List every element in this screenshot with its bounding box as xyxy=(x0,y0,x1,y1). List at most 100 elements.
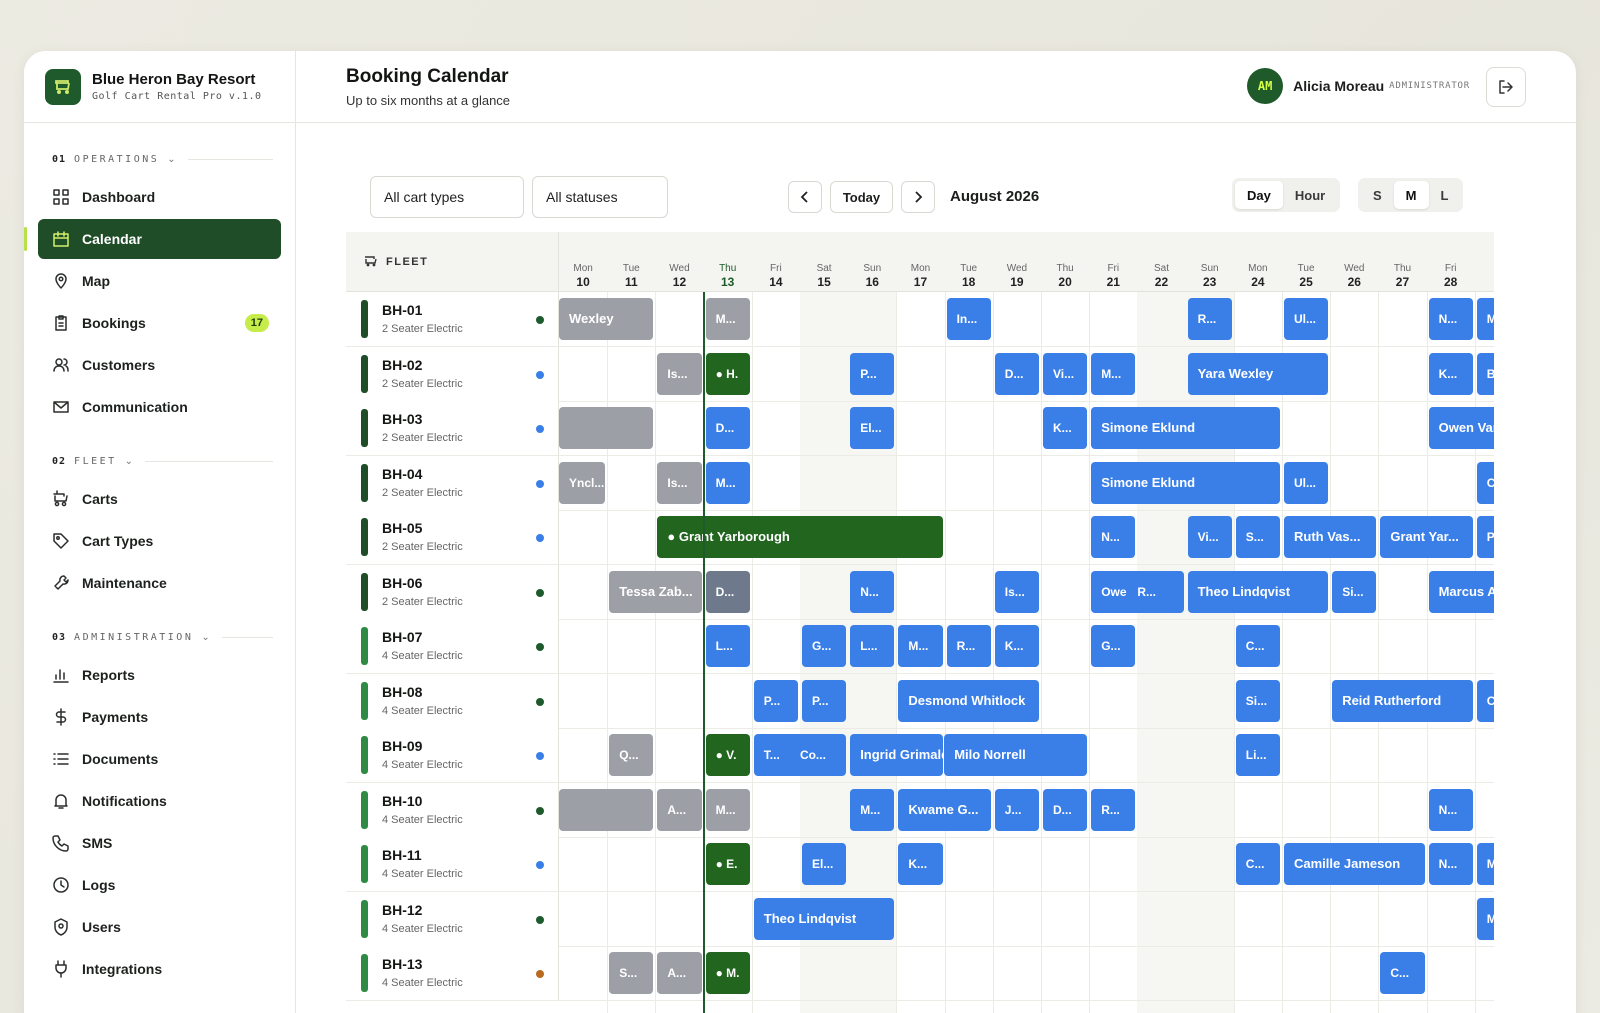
booking-block[interactable]: ● V. xyxy=(705,734,750,776)
sidebar-item-reports[interactable]: Reports xyxy=(38,655,281,695)
booking-block[interactable]: P... xyxy=(753,679,798,722)
booking-block[interactable]: Tessa Zab... xyxy=(609,570,702,613)
cart-label[interactable]: BH-03 2 Seater Electric xyxy=(346,401,559,455)
booking-block[interactable]: C... xyxy=(1235,843,1280,885)
booking-block[interactable]: C... xyxy=(1235,625,1280,667)
booking-block[interactable]: ● M. xyxy=(705,952,750,994)
booking-block[interactable]: N... xyxy=(1428,788,1473,831)
booking-block[interactable]: L... xyxy=(705,625,750,667)
booking-block[interactable]: Ul... xyxy=(1284,461,1329,504)
booking-block[interactable]: G... xyxy=(1091,625,1136,667)
booking-block[interactable]: Marcus A xyxy=(1428,570,1494,613)
booking-block[interactable]: Co... xyxy=(789,734,847,776)
sidebar-item-map[interactable]: Map xyxy=(38,261,281,301)
booking-block[interactable]: S... xyxy=(1235,516,1280,558)
cart-type-filter[interactable]: All cart types xyxy=(370,176,524,218)
booking-block[interactable]: A... xyxy=(657,952,702,994)
booking-block[interactable]: Camille Jameson xyxy=(1284,843,1425,885)
booking-block[interactable]: K... xyxy=(1428,352,1473,395)
booking-block[interactable]: In... xyxy=(946,298,991,340)
cart-label[interactable]: BH-05 2 Seater Electric xyxy=(346,510,559,564)
cart-label[interactable]: BH-01 2 Seater Electric xyxy=(346,292,559,346)
booking-block[interactable]: D... xyxy=(1043,788,1088,831)
booking-block[interactable]: J... xyxy=(994,788,1039,831)
booking-block[interactable]: Reid Rutherford xyxy=(1332,679,1473,722)
sidebar-item-users[interactable]: Users xyxy=(38,907,281,947)
booking-block[interactable]: M xyxy=(1476,843,1494,885)
booking-block[interactable]: Q... xyxy=(609,734,654,776)
sidebar-item-sms[interactable]: SMS xyxy=(38,823,281,863)
booking-block[interactable]: M... xyxy=(705,461,750,504)
sidebar-item-documents[interactable]: Documents xyxy=(38,739,281,779)
booking-block[interactable]: R... xyxy=(946,625,991,667)
section-header-administration[interactable]: 03 ADMINISTRATION ⌄ xyxy=(24,627,295,647)
cart-label[interactable]: BH-13 4 Seater Electric xyxy=(346,946,559,1000)
booking-block[interactable]: M... xyxy=(705,298,750,340)
section-header-fleet[interactable]: 02 FLEET ⌄ xyxy=(24,451,295,471)
sidebar-item-calendar[interactable]: Calendar xyxy=(24,219,281,259)
booking-block[interactable]: M... xyxy=(705,788,750,831)
booking-block[interactable]: N... xyxy=(1428,298,1473,340)
booking-block[interactable]: Ul... xyxy=(1284,298,1329,340)
booking-block[interactable]: Si... xyxy=(1235,679,1280,722)
sidebar-item-bookings[interactable]: Bookings 17 xyxy=(38,303,281,343)
booking-block[interactable]: Simone Eklund xyxy=(1091,407,1280,449)
booking-block[interactable]: Is... xyxy=(994,570,1039,613)
booking-block[interactable]: Theo Lindqvist xyxy=(753,897,895,940)
cart-label[interactable]: BH-07 4 Seater Electric xyxy=(346,619,559,673)
cart-label[interactable]: BH-12 4 Seater Electric xyxy=(346,891,559,946)
booking-block[interactable]: ● H. xyxy=(705,352,750,395)
size-s-button[interactable]: S xyxy=(1361,181,1394,209)
booking-block[interactable]: Milo Norrell xyxy=(944,734,1088,776)
sidebar-item-customers[interactable]: Customers xyxy=(38,345,281,385)
status-filter[interactable]: All statuses xyxy=(532,176,668,218)
avatar[interactable]: AM xyxy=(1247,68,1284,104)
booking-block[interactable]: Kwame G... xyxy=(898,788,991,831)
booking-block[interactable]: P... xyxy=(850,352,895,395)
sidebar-item-integrations[interactable]: Integrations xyxy=(38,949,281,989)
booking-block[interactable]: El... xyxy=(850,407,895,449)
booking-block[interactable]: C xyxy=(1476,679,1494,722)
next-button[interactable] xyxy=(901,181,935,213)
booking-block[interactable]: A... xyxy=(657,788,702,831)
booking-block[interactable]: Yncl... xyxy=(559,461,606,504)
booking-block[interactable]: P... xyxy=(802,679,847,722)
booking-block[interactable]: B xyxy=(1476,352,1494,395)
booking-block[interactable]: Owen Var xyxy=(1428,407,1494,449)
booking-block[interactable]: Wexley xyxy=(559,298,654,340)
booking-block[interactable]: Vi... xyxy=(1187,516,1232,558)
sidebar-item-maintenance[interactable]: Maintenance xyxy=(38,563,281,603)
booking-block[interactable]: Vi... xyxy=(1043,352,1088,395)
booking-block[interactable] xyxy=(559,788,654,831)
cart-label[interactable]: BH-11 4 Seater Electric xyxy=(346,837,559,891)
booking-block[interactable]: P xyxy=(1476,516,1494,558)
booking-block[interactable]: Simone Eklund xyxy=(1091,461,1280,504)
sidebar-item-carts[interactable]: Carts xyxy=(38,479,281,519)
cart-label[interactable]: BH-10 4 Seater Electric xyxy=(346,782,559,837)
cart-label[interactable]: BH-08 4 Seater Electric xyxy=(346,673,559,728)
booking-block[interactable]: K... xyxy=(1043,407,1088,449)
sidebar-item-dashboard[interactable]: Dashboard xyxy=(38,177,281,217)
prev-button[interactable] xyxy=(788,181,822,213)
booking-block[interactable]: Ruth Vas... xyxy=(1284,516,1377,558)
booking-block[interactable]: G... xyxy=(802,625,847,667)
section-header-operations[interactable]: 01 OPERATIONS ⌄ xyxy=(24,149,295,169)
booking-block[interactable]: Yara Wexley xyxy=(1187,352,1329,395)
cart-label[interactable]: BH-04 2 Seater Electric xyxy=(346,455,559,510)
booking-block[interactable]: ● Grant Yarborough xyxy=(657,516,943,558)
booking-block[interactable]: M xyxy=(1476,298,1494,340)
booking-block[interactable]: Grant Yar... xyxy=(1380,516,1473,558)
booking-block[interactable]: R... xyxy=(1187,298,1232,340)
booking-block[interactable]: D... xyxy=(994,352,1039,395)
booking-block[interactable]: Desmond Whitlock xyxy=(898,679,1039,722)
size-l-button[interactable]: L xyxy=(1429,181,1461,209)
booking-block[interactable] xyxy=(559,407,654,449)
booking-block[interactable]: R... xyxy=(1127,570,1184,613)
booking-block[interactable]: R... xyxy=(1091,788,1136,831)
booking-block[interactable]: M... xyxy=(898,625,943,667)
booking-block[interactable]: Si... xyxy=(1332,570,1377,613)
sidebar-item-cart-types[interactable]: Cart Types xyxy=(38,521,281,561)
booking-block[interactable]: N... xyxy=(850,570,895,613)
booking-block[interactable]: K... xyxy=(898,843,943,885)
cart-label[interactable]: BH-09 4 Seater Electric xyxy=(346,728,559,782)
